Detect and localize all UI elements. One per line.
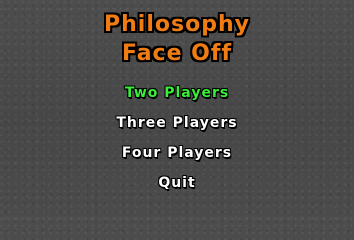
main-menu: Two Players Three Players Four Players Q… [0, 0, 354, 216]
menu-item-four-players[interactable]: Four Players [0, 146, 354, 160]
game-title-screen: Philosophy Face Off Two Players Three Pl… [0, 0, 354, 216]
menu-item-quit[interactable]: Quit [0, 176, 354, 190]
menu-item-two-players[interactable]: Two Players [0, 86, 354, 100]
menu-item-three-players[interactable]: Three Players [0, 116, 354, 130]
